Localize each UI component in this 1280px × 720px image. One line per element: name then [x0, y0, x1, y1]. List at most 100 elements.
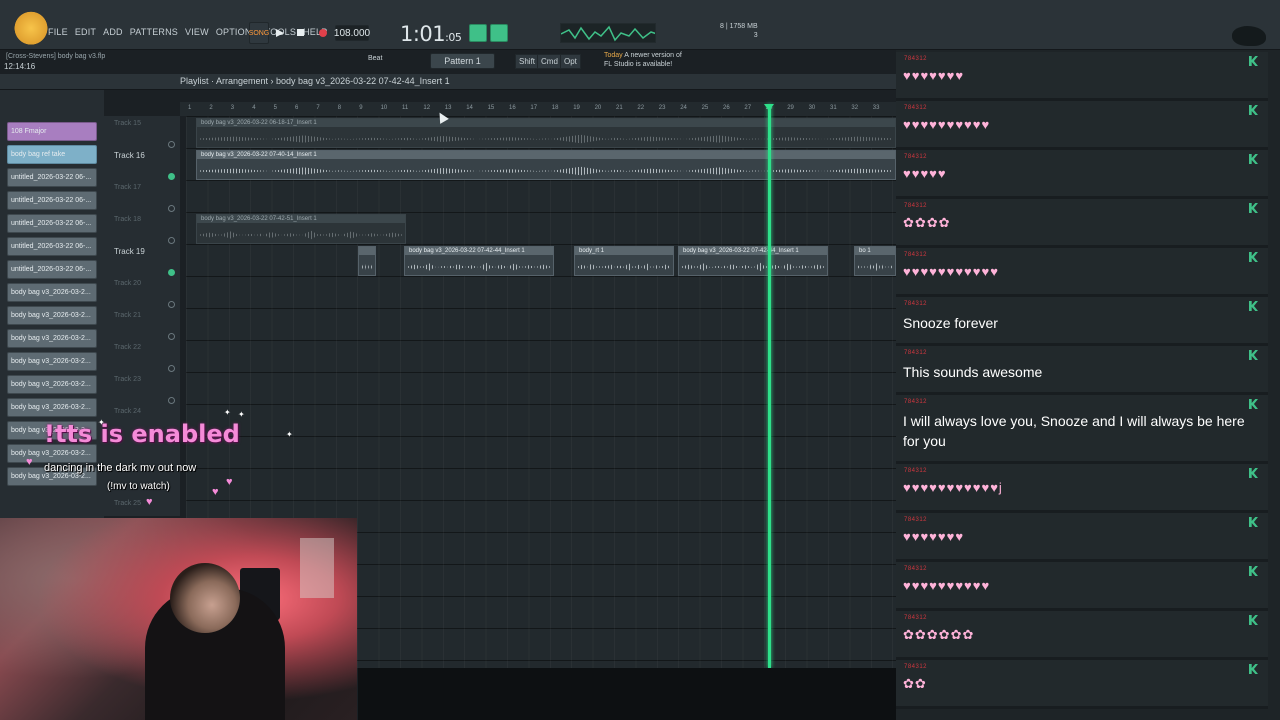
cpu-line-1: 8 | 1758 MB: [720, 23, 758, 30]
track-label[interactable]: Track 17: [114, 184, 141, 191]
audio-clip[interactable]: [358, 246, 376, 276]
browser-item[interactable]: untitled_2026-03-22 06-...: [7, 260, 97, 279]
track-mute-led[interactable]: [168, 173, 175, 180]
audio-clip[interactable]: body bag v3_2026-03-22 07-42-44_Insert 1: [678, 246, 828, 276]
browser-item[interactable]: 108 Fmajor: [7, 122, 97, 141]
wait-input-button[interactable]: [490, 24, 508, 42]
chat-message: 784312 ♥♥♥♥♥♥♥: [896, 513, 1268, 562]
audio-clip[interactable]: body bag v3_2026-03-22 07-42-44_Insert 1: [404, 246, 554, 276]
ruler-number: 4: [252, 105, 256, 111]
audio-clip[interactable]: body_rt 1: [574, 246, 674, 276]
cmd-button[interactable]: Cmd: [537, 54, 562, 69]
song-mode-button[interactable]: SONG: [249, 22, 269, 44]
ruler-number: 15: [487, 105, 495, 111]
heart-icon: ♥: [212, 486, 219, 498]
ruler-number: 6: [295, 105, 299, 111]
track-label[interactable]: Track 22: [114, 344, 141, 351]
clip-waveform: [858, 262, 892, 272]
track-mute-led[interactable]: [168, 365, 175, 372]
browser-item[interactable]: body bag v3_2026-03-2...: [7, 352, 97, 371]
chat-message: 784312 This sounds awesome: [896, 346, 1268, 395]
clip-waveform: [408, 262, 550, 272]
k-badge-icon: [1249, 664, 1258, 674]
track-label[interactable]: Track 21: [114, 312, 141, 319]
playlist-breadcrumb[interactable]: Playlist · Arrangement › body bag v3_202…: [180, 76, 450, 86]
track-mute-led[interactable]: [168, 333, 175, 340]
menu-edit[interactable]: EDIT: [75, 27, 96, 37]
track-label[interactable]: Track 20: [114, 280, 141, 287]
track-label[interactable]: Track 19: [114, 247, 145, 256]
chat-message: 784312 ✿✿: [896, 660, 1268, 709]
pattern-selector[interactable]: Pattern 1: [430, 53, 495, 69]
bird-logo-icon: [1232, 26, 1266, 46]
browser-item[interactable]: body bag v3_2026-03-2...: [7, 329, 97, 348]
track-mute-led[interactable]: [168, 141, 175, 148]
chat-username: 784312: [904, 517, 928, 523]
track-label[interactable]: Track 16: [114, 151, 145, 160]
clip-waveform: [682, 262, 824, 272]
track-label[interactable]: Track 15: [114, 120, 141, 127]
track-label[interactable]: Track 24: [114, 408, 141, 415]
audio-clip[interactable]: body bag v3_2026-03-22 07-42-51_Insert 1: [196, 214, 406, 244]
ruler-number: 11: [402, 105, 409, 111]
ruler-number: 25: [701, 105, 709, 111]
track-mute-led[interactable]: [168, 269, 175, 276]
stop-button[interactable]: [294, 22, 308, 44]
browser-item[interactable]: body bag v3_2026-03-2...: [7, 283, 97, 302]
menu-file[interactable]: FILE: [48, 27, 68, 37]
browser-item[interactable]: body bag v3_2026-03-2...: [7, 398, 97, 417]
track-label[interactable]: Track 25: [114, 500, 141, 507]
playhead[interactable]: [768, 104, 771, 668]
k-badge-icon: [1249, 615, 1258, 625]
project-title: [Cross-Stevens] body bag v3.flp: [6, 53, 106, 60]
tempo-display[interactable]: 108.000: [334, 25, 370, 41]
track-mute-led[interactable]: [168, 301, 175, 308]
ruler-number: 2: [209, 105, 213, 111]
ruler-number: 21: [616, 105, 623, 111]
menu-view[interactable]: VIEW: [185, 27, 209, 37]
record-button[interactable]: [316, 22, 330, 44]
snap-selector[interactable]: Beat: [368, 55, 382, 62]
shift-button[interactable]: Shift: [515, 54, 540, 69]
chat-message: 784312 ♥♥♥♥♥♥♥♥♥♥: [896, 562, 1268, 611]
browser-item[interactable]: untitled_2026-03-22 06-...: [7, 191, 97, 210]
menu-patterns[interactable]: PATTERNS: [130, 27, 178, 37]
audio-clip[interactable]: bo 1: [854, 246, 896, 276]
browser-item[interactable]: untitled_2026-03-22 06-...: [7, 168, 97, 187]
song-position-clock: 1:01:05: [400, 22, 462, 46]
ruler-number: 18: [551, 105, 559, 111]
k-badge-icon: [1249, 468, 1258, 478]
ruler-number: 3: [230, 105, 235, 111]
audio-clip[interactable]: body bag v3_2026-03-22 07-40-14_Insert 1: [196, 150, 896, 180]
track-mute-led[interactable]: [168, 397, 175, 404]
chat-username: 784312: [904, 105, 928, 111]
notice-line-2: FL Studio is available!: [604, 61, 673, 68]
chat-message: 784312 ✿✿✿✿✿✿: [896, 611, 1268, 660]
update-notice[interactable]: Today A newer version of FL Studio is av…: [604, 51, 682, 69]
chat-username: 784312: [904, 203, 928, 209]
track-label[interactable]: Track 23: [114, 376, 141, 383]
track-mute-led[interactable]: [168, 205, 175, 212]
ruler-numbers: 1 2 3 4 5 6 7 8 9 10 11 12 13 14 15 16 17 18 19 20 21 22 23 24 2…: [180, 105, 900, 115]
playhead-marker[interactable]: [764, 104, 774, 111]
track-label[interactable]: Track 18: [114, 216, 141, 223]
chat-emotes: ♥♥♥♥♥♥♥♥♥♥: [903, 578, 991, 593]
opt-button[interactable]: Opt: [560, 54, 581, 69]
browser-item[interactable]: untitled_2026-03-22 06-...: [7, 237, 97, 256]
browser-item[interactable]: body bag ref take: [7, 145, 97, 164]
clip-title: body bag v3_2026-03-22 07-42-51_Insert 1: [197, 215, 405, 223]
play-button[interactable]: [273, 22, 287, 44]
browser-item[interactable]: body bag v3_2026-03-2...: [7, 306, 97, 325]
ruler-number: 26: [723, 105, 730, 111]
timeline-ruler[interactable]: 1 2 3 4 5 6 7 8 9 10 11 12 13 14 15 16 17 18 19 20 21 22 23 24 2…: [180, 102, 900, 116]
oscilloscope-wave: [561, 25, 655, 42]
audio-clip[interactable]: body bag v3_2026-03-22 06-18-17_Insert 1: [196, 118, 896, 148]
chat-username: 784312: [904, 56, 928, 62]
browser-item[interactable]: untitled_2026-03-22 06-...: [7, 214, 97, 233]
metronome-button[interactable]: [469, 24, 487, 42]
k-badge-icon: [1249, 566, 1258, 576]
chat-emotes: ♥♥♥♥♥♥♥: [903, 68, 965, 83]
menu-add[interactable]: ADD: [103, 27, 123, 37]
track-mute-led[interactable]: [168, 237, 175, 244]
browser-item[interactable]: body bag v3_2026-03-2...: [7, 375, 97, 394]
